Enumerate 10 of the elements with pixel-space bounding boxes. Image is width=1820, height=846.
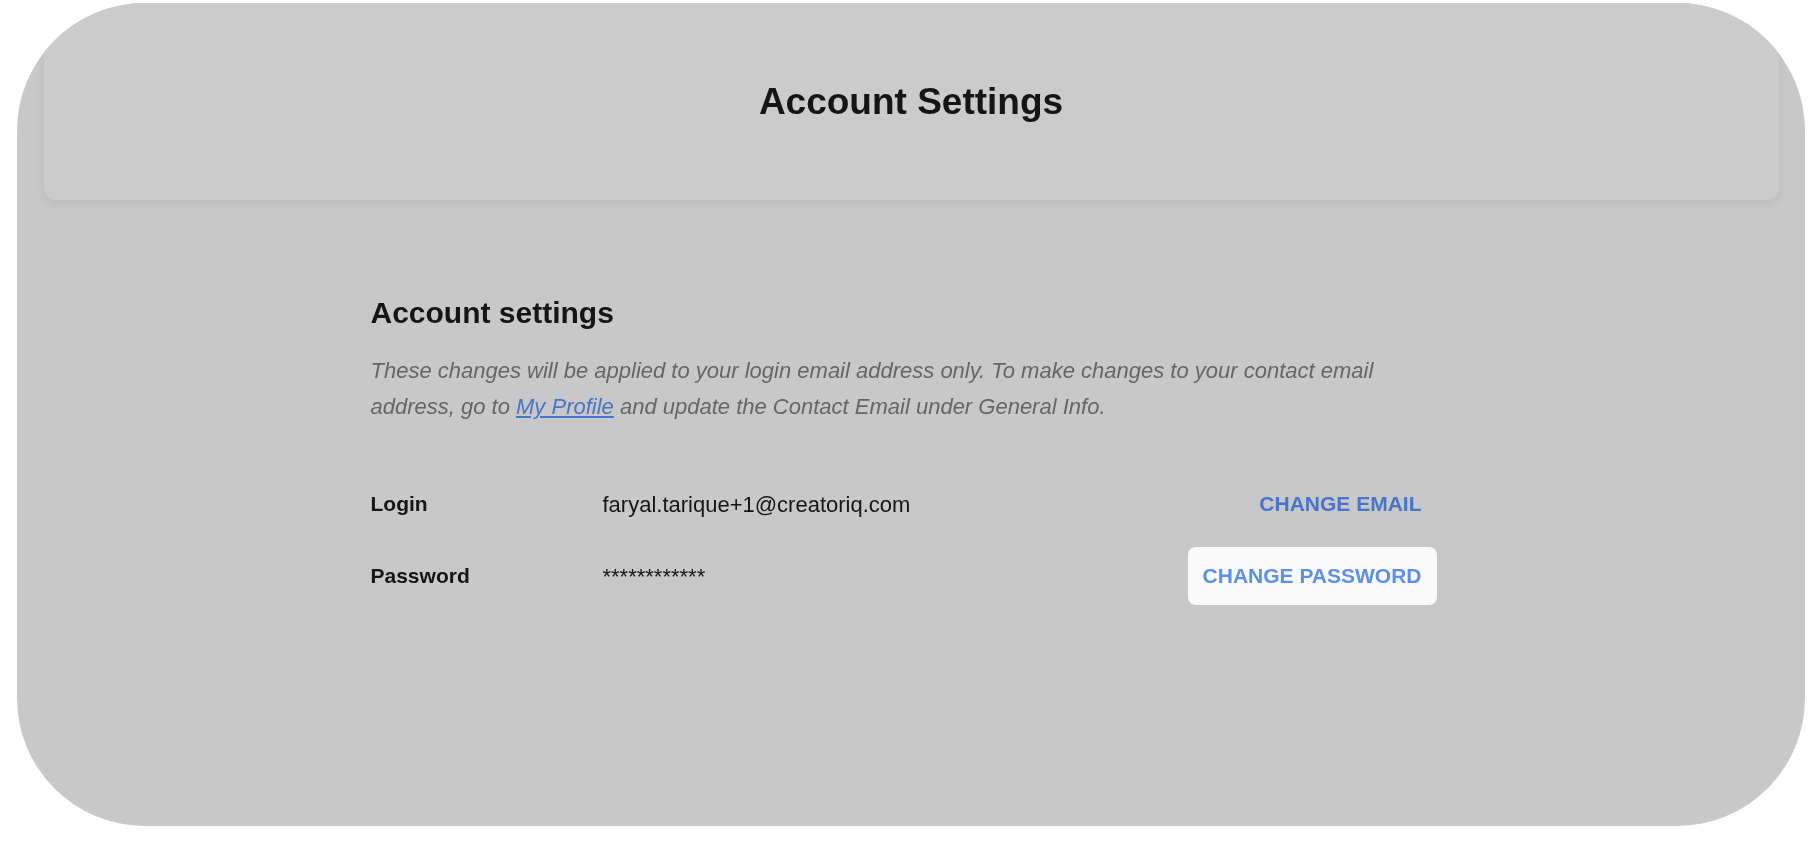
description-text: These changes will be applied to your login email address only. To make changes to your contact email address, go to My Profile and update the Contact Email under General Info. [370, 357, 1375, 421]
section-heading: Account settings [370, 295, 615, 331]
field-value: ************ [602, 562, 707, 591]
field-label: Password [370, 563, 471, 590]
profile-link[interactable]: My Profile [516, 394, 614, 419]
field-label: Login [370, 491, 429, 518]
field-value: faryal.tarique+1@creatoriq.com [602, 490, 912, 519]
change-button[interactable]: CHANGE PASSWORD [1187, 547, 1437, 605]
change-button[interactable]: CHANGE EMAIL [1244, 475, 1437, 533]
page-title: Account Settings [758, 79, 1064, 124]
